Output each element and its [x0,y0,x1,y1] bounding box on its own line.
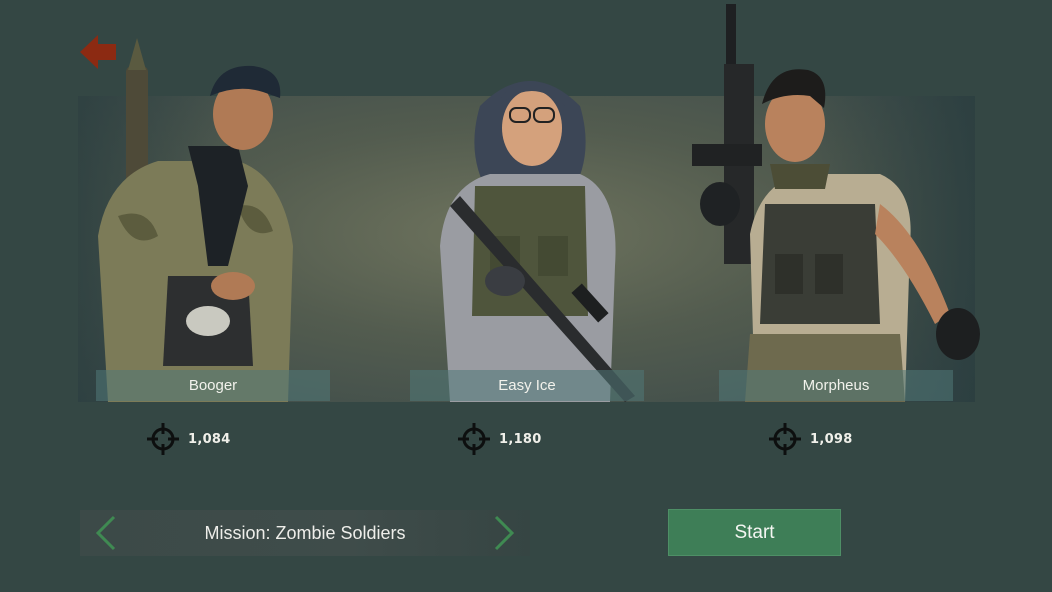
character-name-booger: Booger [188,377,238,394]
crosshair-icon [769,423,801,455]
character-stat-booger: 1,084 [146,422,231,456]
mission-prev-button[interactable] [90,514,124,552]
start-button[interactable]: Start [668,509,841,556]
chevron-left-icon [95,515,116,551]
mission-selector: Mission: Zombie Soldiers [80,510,530,556]
character-name-plate-booger[interactable]: Booger [96,370,330,401]
stat-value-booger: 1,084 [188,431,231,447]
character-stat-easy-ice: 1,180 [457,422,542,456]
stat-value-easy-ice: 1,180 [499,431,542,447]
character-portrait-booger[interactable] [88,36,308,402]
character-name-plate-easy-ice[interactable]: Easy Ice [410,370,644,401]
character-name-plate-morpheus[interactable]: Morpheus [719,370,953,401]
chevron-right-icon [494,515,515,551]
character-portrait-easy-ice[interactable] [420,66,650,402]
mission-next-button[interactable] [486,514,520,552]
mission-label: Mission: Zombie Soldiers [204,523,406,543]
crosshair-icon [147,423,179,455]
crosshair-icon [458,423,490,455]
character-name-morpheus: Morpheus [802,377,870,394]
character-name-easy-ice: Easy Ice [498,377,556,394]
character-portrait-morpheus[interactable] [690,4,990,402]
stat-value-morpheus: 1,098 [810,431,853,447]
character-stat-morpheus: 1,098 [768,422,853,456]
